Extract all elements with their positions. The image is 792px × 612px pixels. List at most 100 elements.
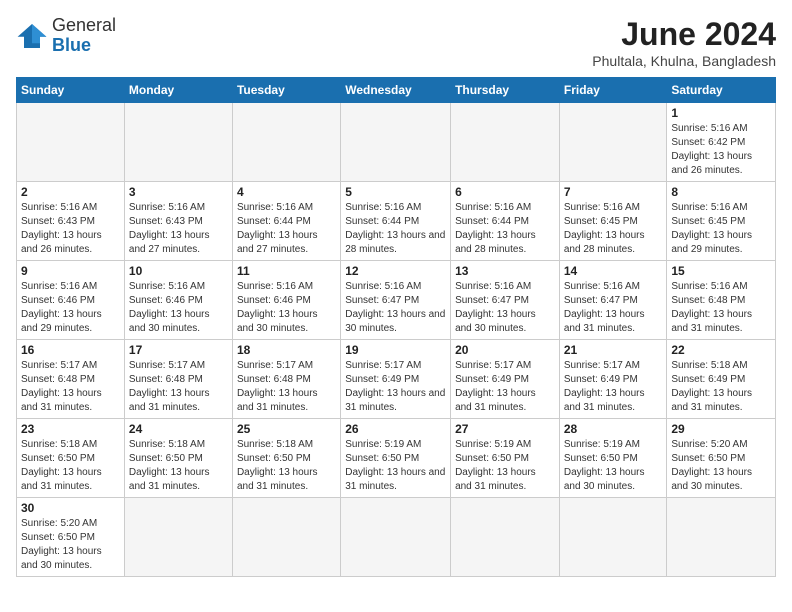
day-number: 27 <box>455 422 555 436</box>
day-number: 16 <box>21 343 120 357</box>
calendar-cell: 15 Sunrise: 5:16 AM Sunset: 6:48 PM Dayli… <box>667 261 776 340</box>
calendar-cell: 29 Sunrise: 5:20 AM Sunset: 6:50 PM Dayli… <box>667 419 776 498</box>
day-info: Sunrise: 5:17 AM Sunset: 6:48 PM Dayligh… <box>129 359 228 415</box>
calendar-cell <box>341 498 451 577</box>
day-info: Sunrise: 5:16 AM Sunset: 6:46 PM Dayligh… <box>21 280 120 336</box>
day-info: Sunrise: 5:18 AM Sunset: 6:50 PM Dayligh… <box>129 438 228 494</box>
day-info: Sunrise: 5:16 AM Sunset: 6:47 PM Dayligh… <box>564 280 663 336</box>
header-thursday: Thursday <box>451 78 560 103</box>
day-number: 7 <box>564 185 663 199</box>
calendar-cell: 17 Sunrise: 5:17 AM Sunset: 6:48 PM Dayli… <box>124 340 232 419</box>
calendar-title: June 2024 <box>592 16 776 53</box>
calendar-cell: 22 Sunrise: 5:18 AM Sunset: 6:49 PM Dayli… <box>667 340 776 419</box>
calendar-cell <box>124 498 232 577</box>
day-info: Sunrise: 5:20 AM Sunset: 6:50 PM Dayligh… <box>21 517 120 573</box>
header-tuesday: Tuesday <box>232 78 340 103</box>
calendar-cell <box>232 103 340 182</box>
day-number: 19 <box>345 343 446 357</box>
logo-icon <box>16 22 48 50</box>
calendar-week-row: 30 Sunrise: 5:20 AM Sunset: 6:50 PM Dayli… <box>17 498 776 577</box>
day-info: Sunrise: 5:18 AM Sunset: 6:50 PM Dayligh… <box>21 438 120 494</box>
day-info: Sunrise: 5:16 AM Sunset: 6:46 PM Dayligh… <box>237 280 336 336</box>
calendar-cell <box>667 498 776 577</box>
calendar-cell: 19 Sunrise: 5:17 AM Sunset: 6:49 PM Dayli… <box>341 340 451 419</box>
day-info: Sunrise: 5:18 AM Sunset: 6:50 PM Dayligh… <box>237 438 336 494</box>
day-number: 21 <box>564 343 663 357</box>
calendar-cell: 20Sunrise: 5:17 AM Sunset: 6:49 PM Dayli… <box>451 340 560 419</box>
day-info: Sunrise: 5:16 AM Sunset: 6:47 PM Dayligh… <box>455 280 555 336</box>
logo: General Blue <box>16 16 116 56</box>
day-number: 9 <box>21 264 120 278</box>
calendar-week-row: 1 Sunrise: 5:16 AM Sunset: 6:42 PM Daylig… <box>17 103 776 182</box>
day-number: 1 <box>671 106 771 120</box>
calendar-cell: 10 Sunrise: 5:16 AM Sunset: 6:46 PM Dayli… <box>124 261 232 340</box>
day-info: Sunrise: 5:20 AM Sunset: 6:50 PM Dayligh… <box>671 438 771 494</box>
calendar-cell: 1 Sunrise: 5:16 AM Sunset: 6:42 PM Daylig… <box>667 103 776 182</box>
calendar-cell <box>451 498 560 577</box>
day-info: Sunrise: 5:16 AM Sunset: 6:48 PM Dayligh… <box>671 280 771 336</box>
calendar-cell <box>559 498 667 577</box>
calendar-cell <box>124 103 232 182</box>
day-number: 30 <box>21 501 120 515</box>
day-info: Sunrise: 5:19 AM Sunset: 6:50 PM Dayligh… <box>455 438 555 494</box>
day-info: Sunrise: 5:16 AM Sunset: 6:45 PM Dayligh… <box>671 201 771 257</box>
calendar-cell: 21 Sunrise: 5:17 AM Sunset: 6:49 PM Dayli… <box>559 340 667 419</box>
day-number: 14 <box>564 264 663 278</box>
day-info: Sunrise: 5:16 AM Sunset: 6:44 PM Dayligh… <box>455 201 555 257</box>
day-info: Sunrise: 5:16 AM Sunset: 6:46 PM Dayligh… <box>129 280 228 336</box>
day-number: 28 <box>564 422 663 436</box>
day-number: 12 <box>345 264 446 278</box>
day-number: 24 <box>129 422 228 436</box>
calendar-cell: 3 Sunrise: 5:16 AM Sunset: 6:43 PM Daylig… <box>124 182 232 261</box>
day-number: 29 <box>671 422 771 436</box>
calendar-cell <box>232 498 340 577</box>
day-number: 23 <box>21 422 120 436</box>
header-monday: Monday <box>124 78 232 103</box>
calendar-cell: 27 Sunrise: 5:19 AM Sunset: 6:50 PM Dayli… <box>451 419 560 498</box>
day-number: 4 <box>237 185 336 199</box>
calendar-cell: 5Sunrise: 5:16 AM Sunset: 6:44 PM Daylig… <box>341 182 451 261</box>
day-info: Sunrise: 5:17 AM Sunset: 6:49 PM Dayligh… <box>345 359 446 415</box>
calendar-cell: 6Sunrise: 5:16 AM Sunset: 6:44 PM Daylig… <box>451 182 560 261</box>
calendar-cell: 18Sunrise: 5:17 AM Sunset: 6:48 PM Dayli… <box>232 340 340 419</box>
day-number: 10 <box>129 264 228 278</box>
day-number: 20 <box>455 343 555 357</box>
calendar-cell: 24 Sunrise: 5:18 AM Sunset: 6:50 PM Dayli… <box>124 419 232 498</box>
calendar-cell: 28 Sunrise: 5:19 AM Sunset: 6:50 PM Dayli… <box>559 419 667 498</box>
calendar-cell: 26Sunrise: 5:19 AM Sunset: 6:50 PM Dayli… <box>341 419 451 498</box>
calendar-header-row: SundayMondayTuesdayWednesdayThursdayFrid… <box>17 78 776 103</box>
day-number: 22 <box>671 343 771 357</box>
day-info: Sunrise: 5:18 AM Sunset: 6:49 PM Dayligh… <box>671 359 771 415</box>
calendar-cell: 14 Sunrise: 5:16 AM Sunset: 6:47 PM Dayli… <box>559 261 667 340</box>
calendar-cell: 8 Sunrise: 5:16 AM Sunset: 6:45 PM Daylig… <box>667 182 776 261</box>
day-info: Sunrise: 5:19 AM Sunset: 6:50 PM Dayligh… <box>345 438 446 494</box>
day-number: 25 <box>237 422 336 436</box>
calendar-cell: 12 Sunrise: 5:16 AM Sunset: 6:47 PM Dayli… <box>341 261 451 340</box>
day-info: Sunrise: 5:17 AM Sunset: 6:49 PM Dayligh… <box>564 359 663 415</box>
day-number: 3 <box>129 185 228 199</box>
calendar-cell <box>341 103 451 182</box>
day-number: 2 <box>21 185 120 199</box>
day-number: 15 <box>671 264 771 278</box>
calendar-cell: 25 Sunrise: 5:18 AM Sunset: 6:50 PM Dayli… <box>232 419 340 498</box>
day-number: 17 <box>129 343 228 357</box>
calendar-cell: 16Sunrise: 5:17 AM Sunset: 6:48 PM Dayli… <box>17 340 125 419</box>
calendar-cell <box>559 103 667 182</box>
day-number: 5 <box>345 185 446 199</box>
day-info: Sunrise: 5:17 AM Sunset: 6:48 PM Dayligh… <box>237 359 336 415</box>
calendar-cell: 30 Sunrise: 5:20 AM Sunset: 6:50 PM Dayli… <box>17 498 125 577</box>
page-header: General Blue June 2024 Phultala, Khulna,… <box>16 16 776 69</box>
day-info: Sunrise: 5:16 AM Sunset: 6:47 PM Dayligh… <box>345 280 446 336</box>
day-info: Sunrise: 5:19 AM Sunset: 6:50 PM Dayligh… <box>564 438 663 494</box>
calendar-cell: 23 Sunrise: 5:18 AM Sunset: 6:50 PM Dayli… <box>17 419 125 498</box>
header-friday: Friday <box>559 78 667 103</box>
calendar-cell: 7Sunrise: 5:16 AM Sunset: 6:45 PM Daylig… <box>559 182 667 261</box>
calendar-cell: 2Sunrise: 5:16 AM Sunset: 6:43 PM Daylig… <box>17 182 125 261</box>
logo-text: General Blue <box>52 16 116 56</box>
calendar-table: SundayMondayTuesdayWednesdayThursdayFrid… <box>16 77 776 577</box>
day-number: 8 <box>671 185 771 199</box>
day-info: Sunrise: 5:16 AM Sunset: 6:42 PM Dayligh… <box>671 122 771 178</box>
header-sunday: Sunday <box>17 78 125 103</box>
calendar-cell: 11Sunrise: 5:16 AM Sunset: 6:46 PM Dayli… <box>232 261 340 340</box>
day-info: Sunrise: 5:16 AM Sunset: 6:43 PM Dayligh… <box>129 201 228 257</box>
